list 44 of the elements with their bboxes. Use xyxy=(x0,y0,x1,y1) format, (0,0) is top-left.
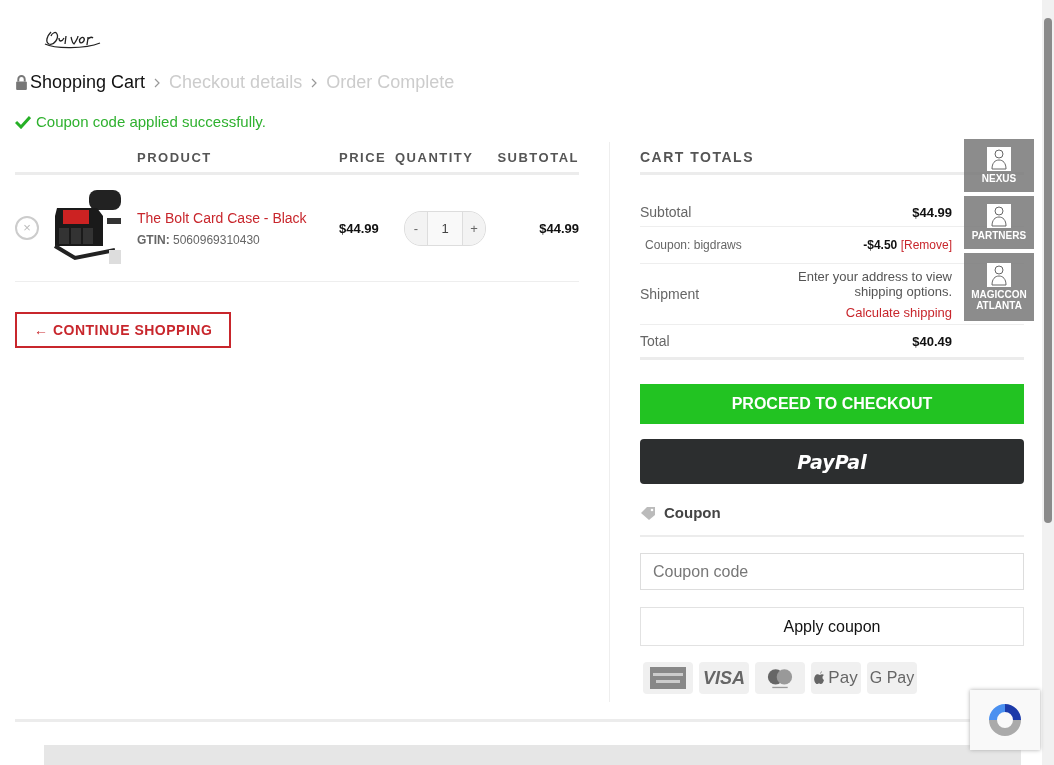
coupon-code-field[interactable]: Coupon code xyxy=(640,553,1024,590)
payment-icon: VISA xyxy=(699,662,749,694)
quantity-field[interactable]: 1 xyxy=(427,211,463,245)
paypal-button[interactable]: PayPal xyxy=(640,439,1024,484)
chevron-icon xyxy=(311,77,318,88)
continue-shopping-button[interactable]: ← CONTINUE SHOPPING xyxy=(15,312,232,348)
totals-value: $44.99 xyxy=(912,205,952,220)
side-tab[interactable]: NEXUS xyxy=(964,139,1034,192)
totals-label: Subtotal xyxy=(640,204,692,220)
amex-card-icon xyxy=(643,662,693,694)
tag-icon xyxy=(640,505,656,520)
figure-icon xyxy=(987,147,1011,171)
column-header: PRODUCT xyxy=(137,149,213,165)
column-header: QUANTITY xyxy=(395,149,475,165)
recaptcha-badge xyxy=(970,690,1040,750)
figure-icon xyxy=(987,204,1011,228)
chevron-icon xyxy=(154,77,161,88)
product-link[interactable]: The Bolt Card Case - Black xyxy=(137,210,307,226)
column-header: PRICE xyxy=(339,149,388,165)
price: $44.99 xyxy=(339,220,380,236)
shipping-note: Enter your address to view shipping options. xyxy=(797,268,952,299)
totals-value: $40.49 xyxy=(912,333,952,349)
coupon-label: Coupon: bigdraws xyxy=(644,238,742,252)
side-tab[interactable]: PARTNERS xyxy=(964,196,1034,249)
coupon-heading: Coupon xyxy=(664,504,721,521)
gtin-label: GTIN: xyxy=(137,233,170,247)
column-header: SUBTOTAL xyxy=(496,149,579,165)
apply-coupon-button[interactable]: Apply coupon xyxy=(640,607,1024,646)
gtin-value: 5060969310430 xyxy=(173,233,260,247)
side-tab[interactable]: MAGICCON ATLANTA xyxy=(964,253,1034,321)
breadcrumb-link[interactable]: Shopping Cart xyxy=(30,72,146,93)
payment-icon: G Pay xyxy=(867,662,917,694)
figure-icon xyxy=(987,263,1011,287)
mastercard-icon xyxy=(755,662,805,694)
shipment-label: Shipment xyxy=(640,286,700,302)
calculate-shipping-link[interactable]: Calculate shipping xyxy=(845,304,952,320)
success-message: Coupon code applied successfully. xyxy=(36,113,266,130)
totals-label: Total xyxy=(640,333,670,349)
subtotal: $44.99 xyxy=(538,220,579,236)
discount-value: -$4.50 xyxy=(863,238,898,252)
lock-icon xyxy=(15,75,28,90)
check-icon xyxy=(15,114,31,129)
apple-pay-icon: Pay xyxy=(811,662,861,694)
remove-coupon-link[interactable]: [Remove] xyxy=(900,238,952,252)
